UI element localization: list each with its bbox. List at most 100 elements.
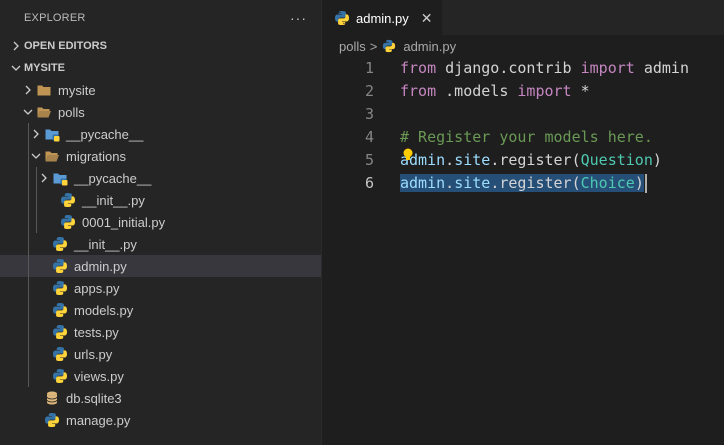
tree-item[interactable]: urls.py — [0, 343, 321, 365]
tree-item[interactable]: apps.py — [0, 277, 321, 299]
database-icon — [46, 391, 58, 405]
chevron-right-icon — [25, 85, 31, 95]
tree-item-label: tests.py — [74, 324, 119, 340]
python-icon — [53, 347, 67, 361]
chevron-down-icon — [11, 65, 21, 71]
chevron-right-icon — [33, 129, 39, 139]
tree-item-label: db.sqlite3 — [66, 390, 122, 406]
code-token: admin — [400, 174, 446, 192]
code-editor[interactable]: 1 from django.contrib import admin 2 from .… — [322, 57, 724, 195]
tree-item[interactable]: migrations — [0, 145, 321, 167]
python-icon — [61, 193, 75, 207]
code-text: admin.site.register(Question) — [400, 149, 662, 172]
code-token: # Register your models here. — [400, 128, 653, 146]
folder-pycache-icon — [45, 129, 60, 142]
indent-guide — [28, 233, 29, 255]
file-tree: mysite polls __pycache__ migrations __pycach… — [0, 79, 321, 431]
python-icon — [335, 11, 349, 25]
breadcrumb: polls > admin.py — [322, 35, 724, 57]
text-selection: admin.site.register(Choice) — [400, 174, 644, 192]
breadcrumb-folder[interactable]: polls — [339, 39, 366, 54]
tree-item-label: __pycache__ — [74, 170, 152, 186]
tree-item-label: __init__.py — [82, 192, 145, 208]
more-actions-icon[interactable]: ··· — [290, 10, 307, 26]
code-text: admin.site.register(Choice) — [400, 172, 647, 195]
indent-guide — [28, 299, 29, 321]
code-line[interactable]: 6 admin.site.register(Choice) — [322, 172, 724, 195]
tab-label: admin.py — [356, 10, 409, 26]
tree-item-label: polls — [58, 104, 85, 120]
python-icon — [53, 281, 67, 295]
code-token: ) — [652, 151, 662, 169]
tree-item-label: __pycache__ — [66, 126, 144, 142]
breadcrumb-file[interactable]: admin.py — [403, 39, 456, 54]
tree-item[interactable]: __pycache__ — [0, 123, 321, 145]
code-token: site — [454, 151, 491, 169]
tree-item-label: migrations — [66, 148, 126, 164]
indent-guide — [36, 167, 37, 189]
workspace-section[interactable]: MYSITE — [0, 57, 321, 79]
chevron-right-icon — [41, 173, 47, 183]
tree-item[interactable]: __init__.py — [0, 233, 321, 255]
tab-bar: admin.py ✕ — [322, 0, 724, 35]
tree-item[interactable]: polls — [0, 101, 321, 123]
tree-item[interactable]: __init__.py — [0, 189, 321, 211]
tree-item-label: 0001_initial.py — [82, 214, 166, 230]
code-line[interactable]: 1 from django.contrib import admin — [322, 57, 724, 80]
line-number: 4 — [364, 128, 374, 146]
line-number: 6 — [364, 174, 374, 192]
chevron-down-icon — [23, 109, 33, 115]
code-line[interactable]: 4 # Register your models here. — [322, 126, 724, 149]
open-editors-section[interactable]: OPEN EDITORS — [0, 35, 321, 57]
code-token: from — [400, 82, 437, 100]
chevron-down-icon — [31, 153, 41, 159]
tree-item-label: mysite — [58, 82, 96, 98]
tree-item[interactable]: __pycache__ — [0, 167, 321, 189]
tree-item[interactable]: views.py — [0, 365, 321, 387]
tree-item[interactable]: mysite — [0, 79, 321, 101]
chevron-right-icon — [13, 41, 19, 51]
indent-guide — [36, 189, 37, 211]
code-token: import — [517, 82, 572, 100]
code-token: import — [580, 59, 635, 77]
code-line[interactable]: 5 admin.site.register(Question) — [322, 147, 724, 172]
close-icon[interactable]: ✕ — [421, 10, 433, 27]
python-icon — [53, 259, 67, 273]
indent-guide — [28, 123, 29, 145]
folder-open-icon — [45, 151, 59, 162]
line-number: 5 — [364, 151, 374, 169]
lightbulb-icon[interactable] — [402, 147, 414, 163]
code-line[interactable]: 3 — [322, 103, 724, 126]
code-token: ) — [634, 174, 644, 192]
folder-open-icon — [37, 107, 51, 118]
tree-item[interactable]: models.py — [0, 299, 321, 321]
tab-admin-py[interactable]: admin.py ✕ — [322, 0, 443, 35]
python-icon — [53, 369, 67, 383]
line-number: 2 — [364, 82, 374, 100]
tree-item[interactable]: db.sqlite3 — [0, 387, 321, 409]
indent-guide — [28, 145, 29, 167]
code-line[interactable]: 2 from .models import * — [322, 80, 724, 103]
tree-item-label: urls.py — [74, 346, 113, 362]
indent-guide — [28, 189, 29, 211]
workspace-label: MYSITE — [24, 62, 65, 74]
line-number: 3 — [364, 105, 374, 123]
code-text: from .models import * — [400, 80, 590, 103]
tree-item[interactable]: tests.py — [0, 321, 321, 343]
indent-guide — [28, 255, 29, 277]
indent-guide — [28, 321, 29, 343]
indent-guide — [28, 211, 29, 233]
code-token: * — [571, 82, 590, 100]
python-icon — [383, 39, 396, 53]
tree-item[interactable]: manage.py — [0, 409, 321, 431]
folder-icon — [37, 85, 51, 96]
tree-item[interactable]: admin.py — [0, 255, 321, 277]
tree-item[interactable]: 0001_initial.py — [0, 211, 321, 233]
code-text: # Register your models here. — [400, 126, 653, 149]
indent-guide — [28, 365, 29, 387]
python-icon — [61, 215, 75, 229]
tree-item-label: admin.py — [74, 258, 127, 274]
folder-pycache-icon — [53, 173, 68, 186]
code-text: from django.contrib import admin — [400, 57, 689, 80]
indent-guide — [28, 277, 29, 299]
